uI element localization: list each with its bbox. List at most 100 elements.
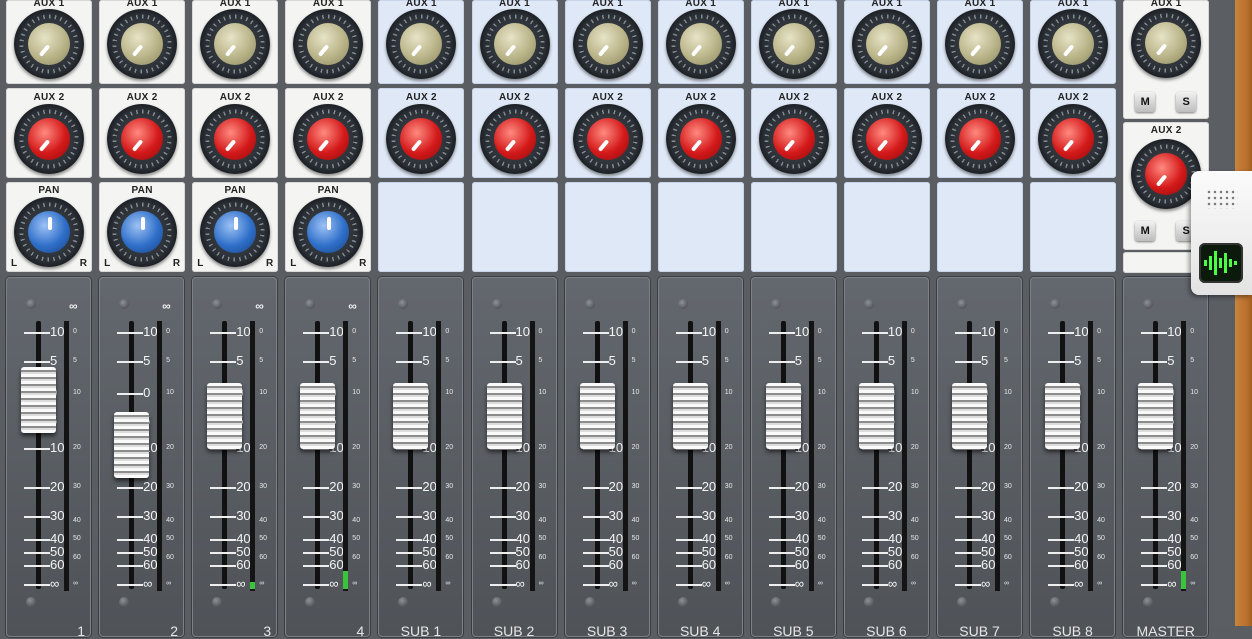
aux2-knob[interactable] [758,104,829,174]
meter-label: 30 [538,482,547,490]
aux2-knob[interactable] [293,104,364,174]
aux1-knob[interactable] [14,9,84,79]
master-aux1-knob[interactable] [1131,8,1202,78]
aux2-knob-cap [1052,118,1095,160]
aux2-knob[interactable] [107,104,178,174]
fader-knob[interactable] [486,382,522,449]
pan-cell: PAN L R [285,182,372,272]
aux1-knob[interactable] [479,9,550,79]
aux2-knob[interactable] [1038,104,1109,174]
link-icon[interactable]: ∞ [162,299,171,313]
meter-label: 5 [445,357,450,365]
scale-label: 30 [236,507,251,523]
scale-label: 10 [143,324,158,340]
scale-tick [1141,539,1168,542]
aux2-knob[interactable] [665,104,736,174]
channel-strip: 10505102030405060∞05102030405060∞MASTER [1123,277,1209,639]
scale-label: ∞ [1074,575,1084,591]
aux1-knob[interactable] [851,9,922,79]
scale-tick [955,583,981,586]
fader-knob[interactable] [672,382,708,449]
scale-tick [768,515,795,518]
fader-knob[interactable] [114,411,150,478]
screw [212,299,223,309]
aux1-knob-cap [400,23,443,65]
scale-tick [303,552,330,555]
mute-button[interactable]: M [1135,221,1156,241]
scale-label: 60 [50,557,65,573]
pan-knob[interactable] [14,197,84,267]
aux1-knob[interactable] [572,9,643,79]
fader-knob[interactable] [393,382,429,449]
fader-knob[interactable] [300,382,336,449]
aux1-knob[interactable] [107,9,178,79]
grid-dots-icon[interactable] [1206,189,1238,209]
scale-tick [955,539,981,542]
meter-label: ∞ [73,579,78,587]
aux2-knob[interactable] [851,104,922,174]
pan-knob[interactable] [107,197,178,267]
screw [677,597,688,607]
solo-button[interactable]: S [1176,92,1197,112]
fader-knob[interactable] [579,382,615,449]
aux1-knob[interactable] [200,9,271,79]
fader-knob[interactable] [1045,382,1081,449]
fader-knob[interactable] [765,382,801,449]
waveform-icon[interactable] [1199,243,1243,283]
link-icon[interactable]: ∞ [69,299,78,313]
fader-knob[interactable] [21,367,56,434]
aux1-knob[interactable] [758,9,829,79]
screw [491,299,502,309]
scale-label: 30 [981,507,996,523]
aux1-knob[interactable] [386,9,457,79]
aux1-knob[interactable] [1038,9,1109,79]
meter-label: 60 [1097,553,1105,561]
channel-name: 1 [77,623,85,639]
level-meter [157,321,163,591]
aux2-knob[interactable] [14,104,84,174]
fader-knob[interactable] [207,382,243,449]
scale-label: ∞ [1167,575,1177,591]
aux1-knob[interactable] [945,9,1015,79]
fader-knob[interactable] [858,382,894,449]
screw [1143,299,1154,309]
scale-tick [1048,515,1075,518]
meter-label: 5 [352,357,357,365]
aux2-knob[interactable] [479,104,550,174]
aux2-knob[interactable] [200,104,271,174]
link-icon[interactable]: ∞ [348,299,357,313]
aux2-knob[interactable] [386,104,457,174]
fader-knob[interactable] [952,382,987,449]
scale-tick [861,515,888,518]
meter-label: 50 [538,535,547,543]
aux2-knob-pointer [969,139,982,152]
fader-knob[interactable] [1138,382,1174,449]
pan-left-label: L [104,258,111,269]
aux1-knob-cap [307,23,350,65]
aux2-knob-pointer [38,139,51,152]
scale-tick [210,552,237,555]
scale-label: 60 [422,557,437,573]
scale-label: ∞ [887,575,898,591]
aux1-knob[interactable] [665,9,736,79]
meter-label: 40 [166,516,174,524]
screw [957,597,967,607]
pan-knob[interactable] [293,197,364,267]
scale-label: 10 [50,324,65,340]
meter-label: ∞ [445,579,451,587]
link-icon[interactable]: ∞ [255,299,264,313]
scale-tick [117,565,144,568]
aux2-knob-pointer [318,139,330,152]
meter-label: 50 [910,535,919,543]
pan-knob[interactable] [200,197,271,267]
aux2-label: AUX 2 [1057,92,1089,103]
channel-strip: 10505102030405060∞05102030405060∞SUB 3 [564,277,650,639]
meter-label: 10 [259,388,267,396]
meter-label: 20 [445,443,454,451]
scale-tick [303,361,330,364]
pan-knob-pointer [48,217,52,230]
aux2-knob[interactable] [572,104,643,174]
mute-button[interactable]: M [1135,92,1156,112]
aux1-knob[interactable] [293,9,364,79]
aux2-knob[interactable] [945,104,1015,174]
